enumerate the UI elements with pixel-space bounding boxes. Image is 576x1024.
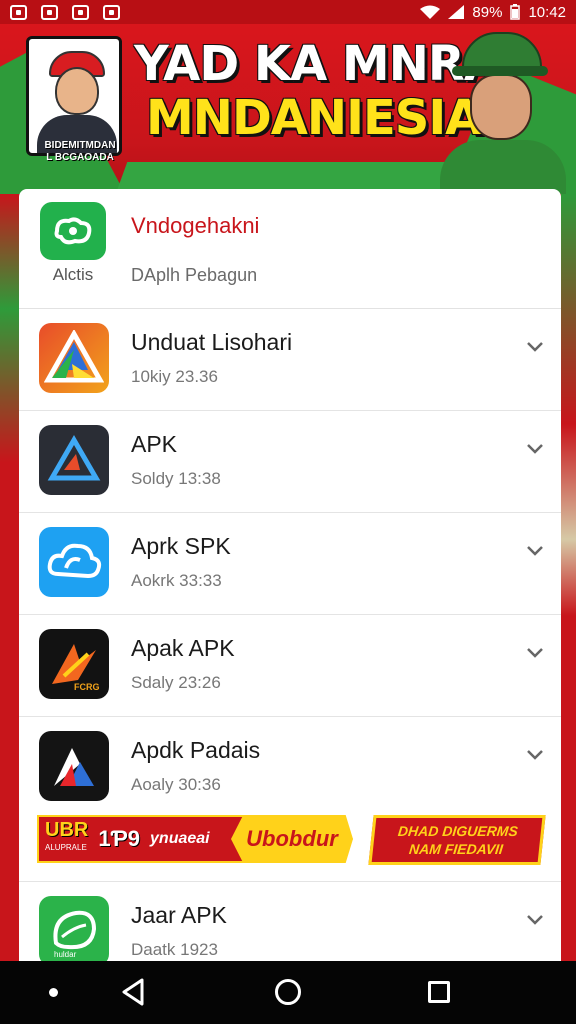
signal-icon bbox=[448, 5, 465, 19]
svg-text:FCRG: FCRG bbox=[74, 682, 100, 692]
app-subtitle: Sdaly 23:26 bbox=[131, 673, 221, 692]
chevron-down-icon[interactable] bbox=[525, 337, 545, 357]
recent-apps-icon[interactable] bbox=[428, 981, 450, 1003]
chevron-down-icon[interactable] bbox=[525, 439, 545, 459]
list-item[interactable]: APK Soldy 13:38 bbox=[19, 411, 561, 513]
app-logo-caption: Alctis bbox=[52, 265, 94, 284]
app-subtitle: Aokrk 33:33 bbox=[131, 571, 222, 590]
ad-brand: UBR bbox=[45, 819, 89, 841]
ad-highlight: Ubobdur bbox=[231, 815, 353, 863]
app-title: Apak APK bbox=[131, 635, 235, 661]
app-title: Unduat Lisohari bbox=[131, 329, 293, 355]
app-subtitle: Soldy 13:38 bbox=[131, 469, 221, 488]
header-subtitle: DAplh Pebagun bbox=[131, 265, 258, 285]
app-subtitle: Daatk 1923 bbox=[131, 940, 218, 959]
mascot-badge-image bbox=[26, 36, 122, 156]
list-header[interactable]: Alctis Vndogehakni DAplh Pebagun bbox=[19, 189, 561, 309]
app-logo-icon bbox=[40, 202, 106, 260]
app-title: Aprk SPK bbox=[131, 533, 231, 559]
app-title: Jaar APK bbox=[131, 902, 227, 928]
clock: 10:42 bbox=[528, 3, 566, 21]
promo-banner[interactable]: BIDEMITMDAN L BCGAOADA YAD KA MNRAI MNDA… bbox=[0, 24, 576, 194]
battery-icon bbox=[510, 4, 521, 20]
ad-brand-sub: ALUPRALE bbox=[45, 843, 87, 852]
status-bar: 89% 10:42 bbox=[0, 0, 576, 24]
home-icon[interactable] bbox=[275, 979, 301, 1005]
banner-subtitle: MNDANIESIA bbox=[146, 90, 482, 146]
ad-code: 1Ƥ9 bbox=[98, 826, 141, 851]
list-item[interactable]: Unduat Lisohari 10kiy 23.36 bbox=[19, 309, 561, 411]
wifi-icon bbox=[420, 5, 441, 19]
triangle-icon bbox=[39, 731, 109, 801]
message-icon bbox=[41, 4, 58, 20]
side-decoration bbox=[0, 194, 19, 961]
battery-level: 89% bbox=[472, 3, 503, 21]
app-subtitle: 10kiy 23.36 bbox=[131, 367, 218, 386]
list-item[interactable]: huldar Jaar APK Daatk 1923 bbox=[19, 881, 561, 961]
ad-right-line2: NAM FIEDAVII bbox=[408, 841, 504, 857]
notification-icon bbox=[10, 4, 27, 20]
delta-icon bbox=[39, 425, 109, 495]
list-item[interactable]: FCRG Apak APK Sdaly 23:26 bbox=[19, 615, 561, 717]
chevron-down-icon[interactable] bbox=[525, 745, 545, 765]
ad-banner[interactable]: UBR ALUPRALE 1Ƥ9 ynuaeai Ubobdur DHAD DI… bbox=[19, 809, 561, 879]
ad-text: ynuaeai bbox=[150, 830, 210, 847]
app-list-card: Alctis Vndogehakni DAplh Pebagun Unduat … bbox=[19, 189, 561, 961]
svg-text:huldar: huldar bbox=[54, 950, 77, 959]
ad-right[interactable]: DHAD DIGUERMS NAM FIEDAVII bbox=[368, 815, 546, 865]
chevron-down-icon[interactable] bbox=[525, 910, 545, 930]
chevron-down-icon[interactable] bbox=[525, 643, 545, 663]
mascot-image bbox=[440, 32, 566, 194]
header-title: Vndogehakni bbox=[131, 213, 260, 238]
app-title: Apdk Padais bbox=[131, 737, 261, 763]
assistant-dot-icon[interactable] bbox=[49, 988, 58, 997]
chevron-down-icon[interactable] bbox=[525, 541, 545, 561]
list-item[interactable]: Aprk SPK Aokrk 33:33 bbox=[19, 513, 561, 615]
app-subtitle: Aoaly 30:36 bbox=[131, 775, 221, 794]
badge-caption: BIDEMITMDAN L BCGAOADA bbox=[44, 140, 116, 163]
back-icon[interactable] bbox=[120, 978, 146, 1006]
prism-icon bbox=[39, 323, 109, 393]
app-title: APK bbox=[131, 431, 178, 457]
arrow-icon: FCRG bbox=[39, 629, 109, 699]
leaf-icon: huldar bbox=[39, 896, 109, 961]
list-item[interactable]: Apdk Padais Aoaly 30:36 bbox=[19, 717, 561, 819]
system-nav-bar bbox=[0, 961, 576, 1024]
ad-right-line1: DHAD DIGUERMS bbox=[397, 823, 519, 839]
shield-icon bbox=[103, 4, 120, 20]
lock-icon bbox=[72, 4, 89, 20]
side-decoration bbox=[561, 194, 576, 961]
cloud-icon bbox=[39, 527, 109, 597]
